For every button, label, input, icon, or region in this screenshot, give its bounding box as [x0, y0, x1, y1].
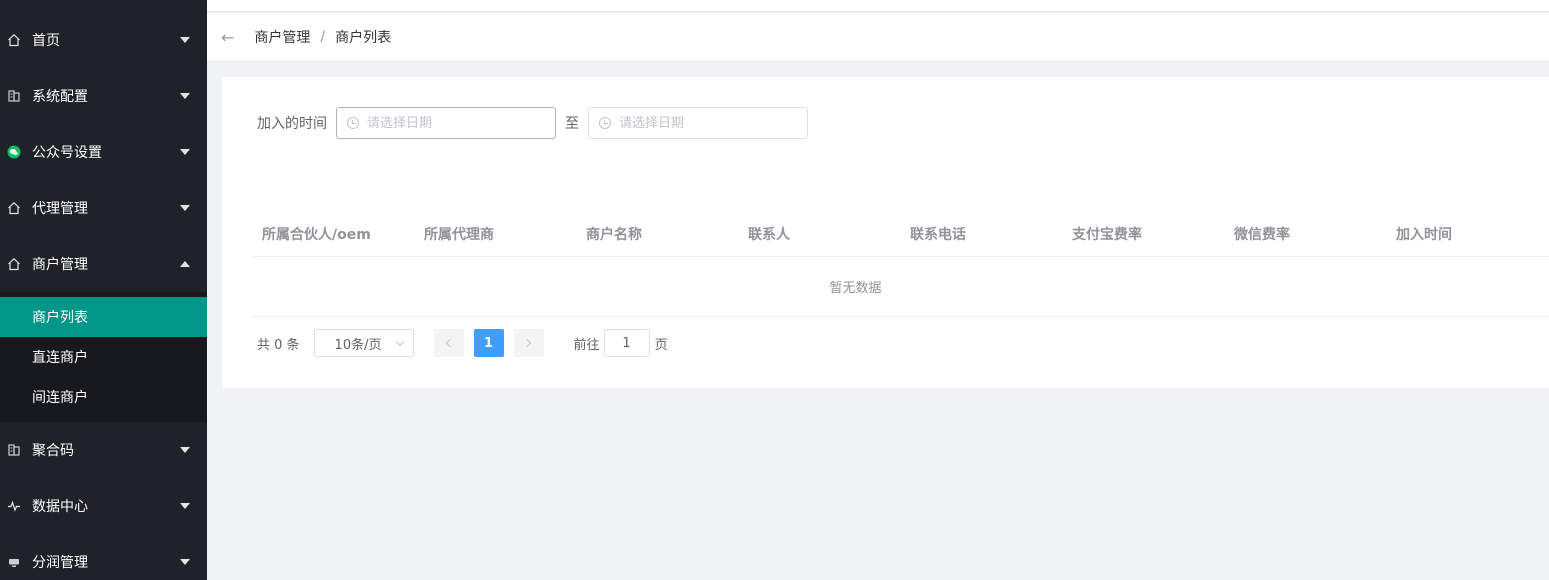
sidebar-subitem-label: 间连商户 [32, 390, 88, 406]
sidebar-item-label: 聚合码 [32, 443, 74, 459]
breadcrumb-item-merchant-management[interactable]: 商户管理 [254, 27, 310, 47]
date-filter: 加入的时间 至 [257, 107, 808, 139]
table-empty-row: 暂无数据 [252, 257, 1549, 317]
column-header-wechat-rate[interactable]: 微信费率 [1224, 224, 1386, 244]
sidebar-item-wechat-settings[interactable]: 公众号设置 [0, 124, 207, 180]
sidebar-subitem-indirect-merchant[interactable]: 间连商户 [0, 377, 207, 417]
sidebar-item-agent-management[interactable]: 代理管理 [0, 180, 207, 236]
column-header-agent[interactable]: 所属代理商 [414, 224, 576, 244]
page-size-select[interactable]: 10条/页 [313, 329, 414, 357]
sidebar-item-aggregate-code[interactable]: 聚合码 [0, 422, 207, 478]
merchant-table: 所属合伙人/oem 所属代理商 商户名称 联系人 联系电话 支付宝费率 微信费率… [252, 211, 1549, 317]
column-header-phone[interactable]: 联系电话 [900, 224, 1062, 244]
caret-down-icon [180, 93, 190, 99]
home-icon [6, 32, 22, 48]
breadcrumb: ← 商户管理 / 商户列表 [207, 13, 1549, 62]
page-size-value: 10条/页 [334, 337, 382, 353]
sidebar-item-label: 首页 [32, 33, 60, 49]
chevron-left-icon [445, 338, 455, 348]
sidebar-item-system-config[interactable]: 系统配置 [0, 68, 207, 124]
table-header: 所属合伙人/oem 所属代理商 商户名称 联系人 联系电话 支付宝费率 微信费率… [252, 211, 1549, 257]
home-icon [6, 256, 22, 272]
sidebar-subitem-label: 直连商户 [32, 350, 88, 366]
sidebar-item-label: 数据中心 [32, 499, 88, 515]
sidebar-subitem-label: 商户列表 [32, 310, 88, 326]
content-card: 加入的时间 至 所属合伙人/oem 所属代理商 商户名称 联系人 联系电话 支付… [222, 77, 1549, 388]
goto-page-input[interactable] [603, 329, 650, 357]
clock-icon [347, 117, 359, 129]
chevron-right-icon [522, 338, 532, 348]
caret-down-icon [180, 559, 190, 565]
goto-page: 前往 页 [574, 329, 668, 357]
prev-page-button[interactable] [433, 329, 464, 357]
sidebar-item-label: 商户管理 [32, 257, 88, 273]
caret-down-icon [180, 503, 190, 509]
goto-suffix: 页 [654, 337, 668, 353]
building-icon [6, 442, 22, 458]
sidebar-subitem-merchant-list[interactable]: 商户列表 [0, 297, 207, 337]
building-icon [6, 88, 22, 104]
start-date-input[interactable] [367, 115, 547, 131]
end-date-picker[interactable] [588, 107, 808, 139]
goto-label: 前往 [573, 337, 600, 353]
column-header-alipay-rate[interactable]: 支付宝费率 [1062, 224, 1224, 244]
sidebar-item-profit-sharing[interactable]: 分润管理 [0, 534, 207, 580]
caret-down-icon [180, 149, 190, 155]
caret-down-icon [180, 447, 190, 453]
join-time-label: 加入的时间 [257, 116, 327, 132]
home-icon [6, 200, 22, 216]
clock-icon [599, 117, 611, 129]
top-header [207, 0, 1549, 12]
chevron-down-icon [395, 337, 404, 346]
monitor-icon [6, 554, 22, 570]
pulse-icon [6, 498, 22, 514]
next-page-button[interactable] [513, 329, 544, 357]
sidebar-item-label: 公众号设置 [32, 145, 102, 161]
column-header-merchant-name[interactable]: 商户名称 [576, 224, 738, 244]
caret-down-icon [180, 37, 190, 43]
sidebar-item-home[interactable]: 首页 [0, 12, 207, 68]
sidebar-item-merchant-management[interactable]: 商户管理 [0, 236, 207, 292]
end-date-input[interactable] [619, 115, 799, 131]
sidebar: 首页 系统配置 公众号设置 代理管理 商户管理 商户列表 直连商户 间连商户 聚… [0, 0, 207, 580]
back-arrow-icon[interactable]: ← [221, 28, 234, 47]
sidebar-item-label: 系统配置 [32, 89, 88, 105]
sidebar-item-label: 代理管理 [32, 201, 88, 217]
column-header-partner[interactable]: 所属合伙人/oem [252, 224, 414, 244]
breadcrumb-item-merchant-list: 商户列表 [335, 30, 392, 46]
wechat-icon [6, 144, 22, 160]
pagination: 共 0 条 10条/页 1 前往 页 [257, 329, 668, 357]
sidebar-item-label: 分润管理 [32, 555, 88, 571]
caret-up-icon [180, 261, 190, 267]
page-number-button[interactable]: 1 [473, 329, 504, 357]
range-separator: 至 [565, 116, 579, 132]
sidebar-subitem-direct-merchant[interactable]: 直连商户 [0, 337, 207, 377]
total-count: 共 0 条 [257, 337, 300, 353]
empty-text: 暂无数据 [829, 281, 882, 296]
column-header-join-time[interactable]: 加入时间 [1386, 224, 1548, 244]
column-header-contact[interactable]: 联系人 [738, 224, 900, 244]
merchant-submenu: 商户列表 直连商户 间连商户 [0, 292, 207, 422]
start-date-picker[interactable] [336, 107, 556, 139]
breadcrumb-separator: / [320, 29, 326, 45]
sidebar-item-data-center[interactable]: 数据中心 [0, 478, 207, 534]
caret-down-icon [180, 205, 190, 211]
